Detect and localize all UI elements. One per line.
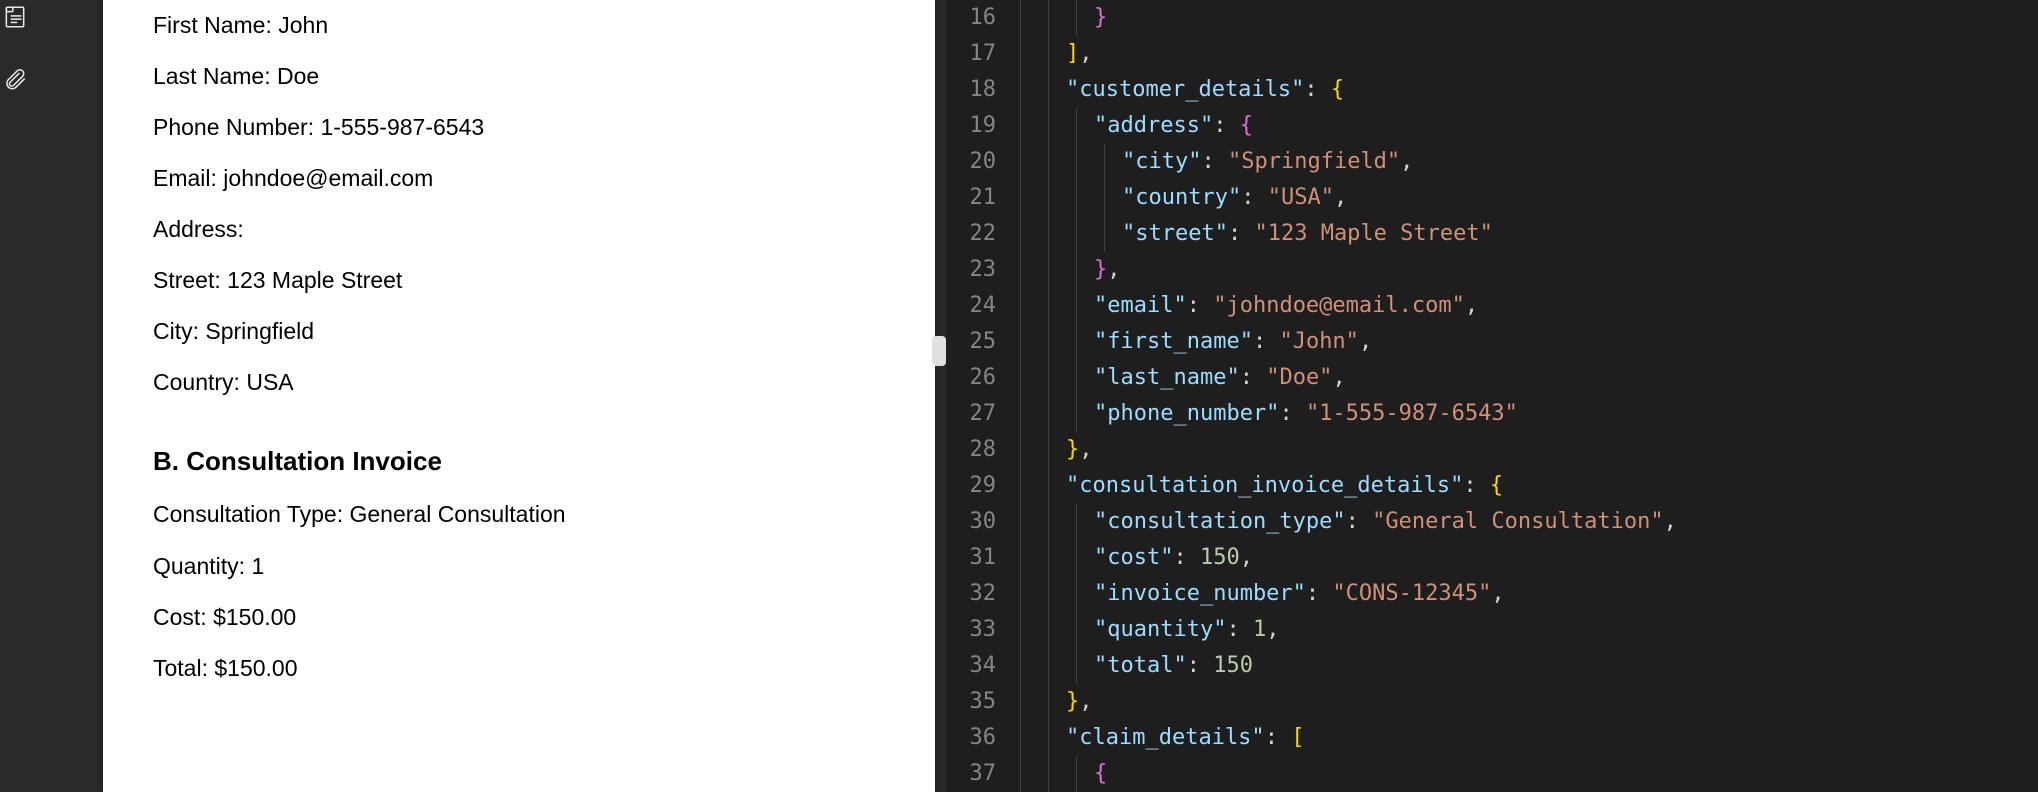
line-number: 28 xyxy=(946,432,996,468)
cost-line: Cost: $150.00 xyxy=(153,602,885,633)
street-line: Street: 123 Maple Street xyxy=(153,265,885,296)
code-line[interactable]: "last_name": "Doe", xyxy=(1010,360,2038,396)
line-number: 36 xyxy=(946,720,996,756)
code-line[interactable]: }, xyxy=(1010,684,2038,720)
code-line[interactable]: }, xyxy=(1010,252,2038,288)
code-line[interactable]: "city": "Springfield", xyxy=(1010,144,2038,180)
last-name-line: Last Name: Doe xyxy=(153,61,885,92)
line-number: 37 xyxy=(946,756,996,792)
code-line[interactable]: "total": 150 xyxy=(1010,648,2038,684)
line-number: 20 xyxy=(946,144,996,180)
line-number: 23 xyxy=(946,252,996,288)
total-line: Total: $150.00 xyxy=(153,653,885,684)
code-line[interactable]: "quantity": 1, xyxy=(1010,612,2038,648)
consultation-type-line: Consultation Type: General Consultation xyxy=(153,499,885,530)
code-line[interactable]: ], xyxy=(1010,36,2038,72)
page-icon[interactable] xyxy=(2,4,28,30)
scrollbar-thumb[interactable] xyxy=(932,336,946,366)
code-line[interactable]: "consultation_invoice_details": { xyxy=(1010,468,2038,504)
section-b-heading: B. Consultation Invoice xyxy=(153,444,885,479)
code-line[interactable]: "country": "USA", xyxy=(1010,180,2038,216)
line-number: 35 xyxy=(946,684,996,720)
code-line[interactable]: "customer_details": { xyxy=(1010,72,2038,108)
email-line: Email: johndoe@email.com xyxy=(153,163,885,194)
code-line[interactable]: "claim_details": [ xyxy=(1010,720,2038,756)
code-line[interactable]: "cost": 150, xyxy=(1010,540,2038,576)
line-number: 24 xyxy=(946,288,996,324)
attachment-icon[interactable] xyxy=(2,66,28,92)
address-line: Address: xyxy=(153,214,885,245)
line-number: 33 xyxy=(946,612,996,648)
code-line[interactable]: }, xyxy=(1010,432,2038,468)
code-line[interactable]: "street": "123 Maple Street" xyxy=(1010,216,2038,252)
city-line: City: Springfield xyxy=(153,316,885,347)
code-line[interactable]: } xyxy=(1010,0,2038,36)
line-number: 18 xyxy=(946,72,996,108)
line-number: 27 xyxy=(946,396,996,432)
document-page[interactable]: First Name: John Last Name: Doe Phone Nu… xyxy=(103,0,935,792)
line-number: 25 xyxy=(946,324,996,360)
phone-line: Phone Number: 1-555-987-6543 xyxy=(153,112,885,143)
code-editor[interactable]: 1617181920212223242526272829303132333435… xyxy=(946,0,2038,792)
code-content[interactable]: }],"customer_details": {"address": {"cit… xyxy=(1010,0,2038,792)
line-number: 26 xyxy=(946,360,996,396)
line-number: 16 xyxy=(946,0,996,36)
code-line[interactable]: "invoice_number": "CONS-12345", xyxy=(1010,576,2038,612)
code-line[interactable]: "consultation_type": "General Consultati… xyxy=(1010,504,2038,540)
line-number: 19 xyxy=(946,108,996,144)
line-number: 21 xyxy=(946,180,996,216)
line-number: 30 xyxy=(946,504,996,540)
code-line[interactable]: "address": { xyxy=(1010,108,2038,144)
line-number: 34 xyxy=(946,648,996,684)
code-line[interactable]: { xyxy=(1010,756,2038,792)
sidebar xyxy=(0,0,30,792)
code-line[interactable]: "first_name": "John", xyxy=(1010,324,2038,360)
document-panel: First Name: John Last Name: Doe Phone Nu… xyxy=(30,0,946,792)
quantity-line: Quantity: 1 xyxy=(153,551,885,582)
country-line: Country: USA xyxy=(153,367,885,398)
line-number: 22 xyxy=(946,216,996,252)
line-gutter: 1617181920212223242526272829303132333435… xyxy=(946,0,1010,792)
line-number: 17 xyxy=(946,36,996,72)
line-number: 32 xyxy=(946,576,996,612)
code-line[interactable]: "email": "johndoe@email.com", xyxy=(1010,288,2038,324)
line-number: 31 xyxy=(946,540,996,576)
line-number: 29 xyxy=(946,468,996,504)
first-name-line: First Name: John xyxy=(153,10,885,41)
code-line[interactable]: "phone_number": "1-555-987-6543" xyxy=(1010,396,2038,432)
